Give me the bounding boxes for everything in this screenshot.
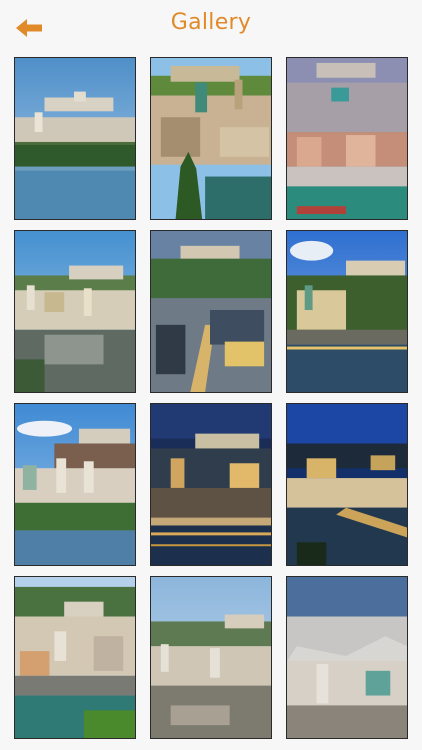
gallery-photo[interactable] bbox=[150, 230, 272, 393]
gallery-photo[interactable] bbox=[286, 57, 408, 220]
gallery-screen: Gallery bbox=[0, 0, 422, 750]
gallery-photo[interactable] bbox=[286, 403, 408, 566]
photo-grid bbox=[14, 57, 408, 739]
gallery-photo[interactable] bbox=[14, 403, 136, 566]
page-title: Gallery bbox=[170, 10, 252, 35]
gallery-photo[interactable] bbox=[286, 576, 408, 739]
gallery-photo[interactable] bbox=[14, 57, 136, 220]
gallery-photo[interactable] bbox=[150, 576, 272, 739]
gallery-photo[interactable] bbox=[14, 576, 136, 739]
gallery-photo[interactable] bbox=[150, 57, 272, 220]
gallery-photo[interactable] bbox=[14, 230, 136, 393]
gallery-photo[interactable] bbox=[150, 403, 272, 566]
header-bar: Gallery bbox=[0, 0, 422, 52]
gallery-photo[interactable] bbox=[286, 230, 408, 393]
